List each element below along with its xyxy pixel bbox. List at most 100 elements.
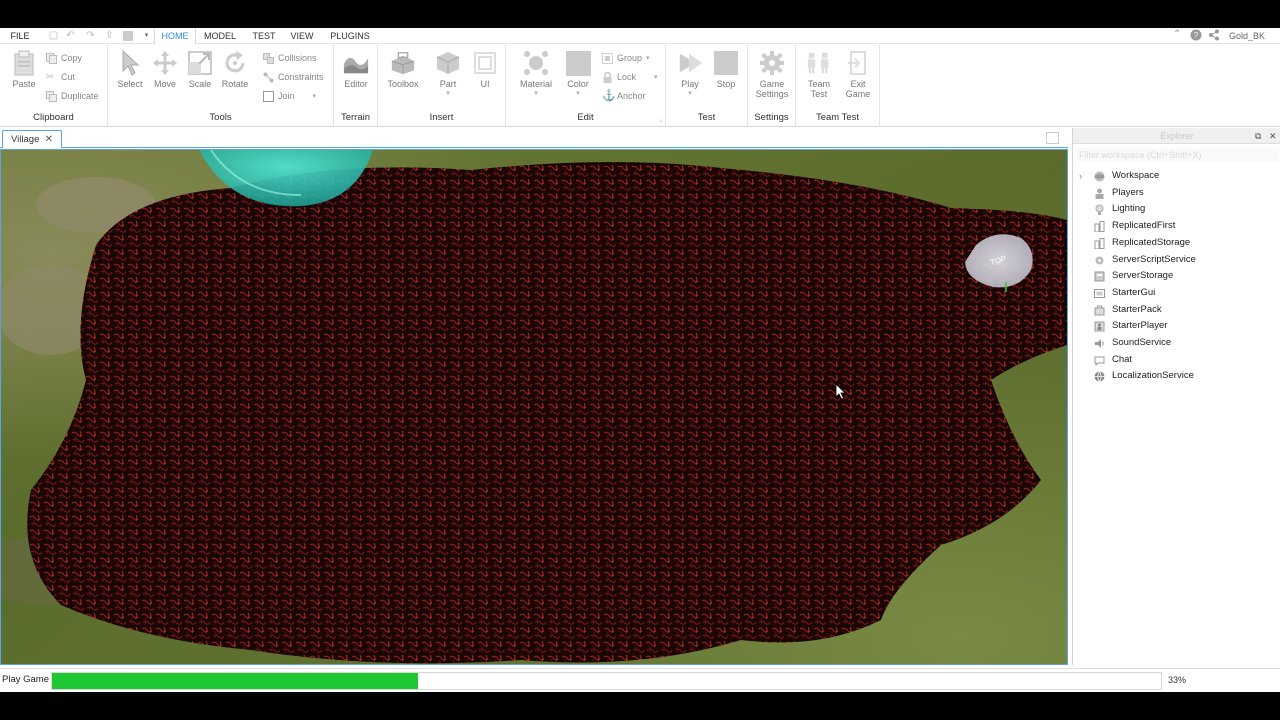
join-dropdown-arrow-icon[interactable]: ▾	[313, 92, 317, 100]
chevron-right-icon[interactable]: ›	[1079, 168, 1082, 184]
explorer-item-localizationservice[interactable]: LocalizationService	[1073, 368, 1280, 384]
explorer-item-replicatedfirst[interactable]: ReplicatedFirst	[1073, 218, 1280, 234]
tools-group-label: Tools	[209, 112, 232, 123]
undo-icon[interactable]: ↶	[65, 31, 76, 41]
redo-icon[interactable]: ↷	[85, 31, 96, 41]
maximize-viewport-icon[interactable]	[1046, 132, 1059, 144]
explorer-filter-input[interactable]: Filter workspace (Ctrl+Shift+X)	[1075, 148, 1279, 162]
document-tab-bar: Village ✕	[0, 128, 1068, 148]
exit-game-button[interactable]: Exit Game	[838, 50, 878, 99]
status-bar: Play Game 33%	[0, 668, 1280, 692]
explorer-item-serverstorage[interactable]: ServerStorage	[1073, 268, 1280, 284]
toolbox-label: Toolbox	[387, 79, 419, 89]
duplicate-button[interactable]: Duplicate	[46, 89, 99, 103]
play-dropdown-arrow-icon[interactable]: ▾	[670, 89, 710, 97]
publish-icon[interactable]: ⇪	[104, 31, 115, 41]
move-button[interactable]: Move	[145, 50, 185, 89]
color-dropdown-arrow-icon[interactable]: ▾	[558, 89, 598, 97]
settings-group: Game Settings Settings	[748, 45, 796, 127]
select-label: Select	[117, 79, 143, 89]
ui-label: UI	[480, 79, 490, 89]
scale-button[interactable]: Scale	[180, 50, 220, 89]
exit-game-label-line2: Game	[845, 89, 871, 99]
edit-group: Material ▾ Color ▾ Group ▾ Lock ▾ ⚓ Anch…	[506, 45, 666, 127]
rotate-button[interactable]: Rotate	[215, 50, 255, 89]
group-label: Group	[617, 53, 643, 63]
toolbox-button[interactable]: Toolbox	[383, 50, 423, 89]
anchor-icon: ⚓	[602, 89, 616, 102]
explorer-item-chat[interactable]: Chat	[1073, 352, 1280, 368]
cut-button[interactable]: ✂ Cut	[46, 70, 75, 84]
copy-label: Copy	[61, 53, 83, 63]
cut-label: Cut	[61, 72, 76, 82]
lock-dropdown-arrow-icon[interactable]: ▾	[654, 73, 658, 81]
username[interactable]: Gold_BK	[1229, 28, 1265, 44]
help-icon[interactable]: ?	[1190, 29, 1202, 43]
ui-button[interactable]: UI	[465, 50, 505, 89]
explorer-item-label: Players	[1112, 186, 1144, 198]
document-tab-village[interactable]: Village ✕	[2, 130, 62, 148]
scene-render: TOP	[1, 150, 1067, 664]
collisions-button[interactable]: Collisions	[263, 51, 317, 65]
paste-button[interactable]: Paste	[4, 50, 44, 89]
test-group: Play ▾ Stop Test	[666, 45, 748, 127]
explorer-item-starterplayer[interactable]: StarterPlayer	[1073, 318, 1280, 334]
explorer-item-workspace[interactable]: › Workspace	[1073, 168, 1280, 184]
explorer-item-players[interactable]: Players	[1073, 185, 1280, 201]
close-tab-icon[interactable]: ✕	[45, 131, 53, 148]
close-panel-icon[interactable]: ✕	[1269, 128, 1277, 144]
select-button[interactable]: Select	[110, 50, 150, 89]
collapse-ribbon-icon[interactable]: ⌃	[1173, 29, 1181, 43]
group-button[interactable]: Group ▾	[602, 51, 650, 65]
tab-test[interactable]: TEST	[248, 28, 280, 44]
play-label: Play	[681, 79, 699, 89]
part-button[interactable]: Part ▾	[428, 50, 468, 97]
tab-model[interactable]: MODEL	[200, 28, 240, 44]
team-test-button[interactable]: Team Test	[799, 50, 839, 99]
join-toggle[interactable]: Join ▾	[263, 89, 316, 103]
exit-game-label-line1: Exit	[850, 79, 866, 89]
undock-panel-icon[interactable]: ⧉	[1255, 128, 1261, 144]
anchor-label: Anchor	[617, 91, 646, 101]
ribbon: Paste Copy ✂ Cut Duplicate Clipboard Sel…	[0, 45, 1280, 127]
explorer-item-lighting[interactable]: Lighting	[1073, 201, 1280, 217]
file-menu[interactable]: FILE	[0, 28, 40, 44]
constraints-button[interactable]: Constraints	[263, 70, 324, 84]
game-settings-button[interactable]: Game Settings	[752, 50, 792, 99]
explorer-item-replicatedstorage[interactable]: ReplicatedStorage	[1073, 235, 1280, 251]
collisions-icon	[263, 52, 274, 64]
explorer-item-soundservice[interactable]: SoundService	[1073, 335, 1280, 351]
color-button[interactable]: Color ▾	[558, 50, 598, 97]
material-button[interactable]: Material ▾	[516, 50, 556, 97]
stop-button[interactable]: Stop	[706, 50, 746, 89]
test-group-label: Test	[697, 112, 716, 123]
tab-plugins[interactable]: PLUGINS	[326, 28, 374, 44]
new-file-icon[interactable]: ▢	[48, 31, 59, 41]
save-icon[interactable]	[123, 31, 133, 41]
explorer-item-serverscriptservice[interactable]: ServerScriptService	[1073, 252, 1280, 268]
explorer-item-starterpack[interactable]: StarterPack	[1073, 302, 1280, 318]
anchor-button[interactable]: ⚓ Anchor	[602, 89, 646, 103]
server-storage-icon	[1094, 271, 1105, 282]
rotate-icon	[222, 50, 248, 76]
part-dropdown-arrow-icon[interactable]: ▾	[428, 89, 468, 97]
copy-button[interactable]: Copy	[46, 51, 82, 65]
play-button[interactable]: Play ▾	[670, 50, 710, 97]
explorer-title: Explorer	[1160, 131, 1194, 141]
team-test-label-line2: Test	[810, 89, 828, 99]
lock-button[interactable]: Lock ▾	[602, 70, 658, 84]
customize-quick-access-icon[interactable]: ▾	[141, 31, 152, 41]
edit-group-expand-icon[interactable]: ⌟	[659, 115, 662, 123]
terrain-editor-button[interactable]: Editor	[336, 50, 376, 89]
material-dropdown-arrow-icon[interactable]: ▾	[516, 89, 556, 97]
3d-viewport[interactable]: TOP	[0, 149, 1068, 665]
explorer-item-startergui[interactable]: StarterGui	[1073, 285, 1280, 301]
group-dropdown-arrow-icon[interactable]: ▾	[646, 54, 650, 62]
share-icon[interactable]	[1208, 29, 1220, 43]
join-checkbox[interactable]	[263, 90, 274, 102]
tab-home[interactable]: HOME	[154, 28, 196, 44]
tab-view[interactable]: VIEW	[286, 28, 318, 44]
play-icon	[677, 50, 703, 76]
scissors-icon: ✂	[46, 71, 55, 83]
insert-group: Toolbox Part ▾ UI Insert	[378, 45, 506, 127]
